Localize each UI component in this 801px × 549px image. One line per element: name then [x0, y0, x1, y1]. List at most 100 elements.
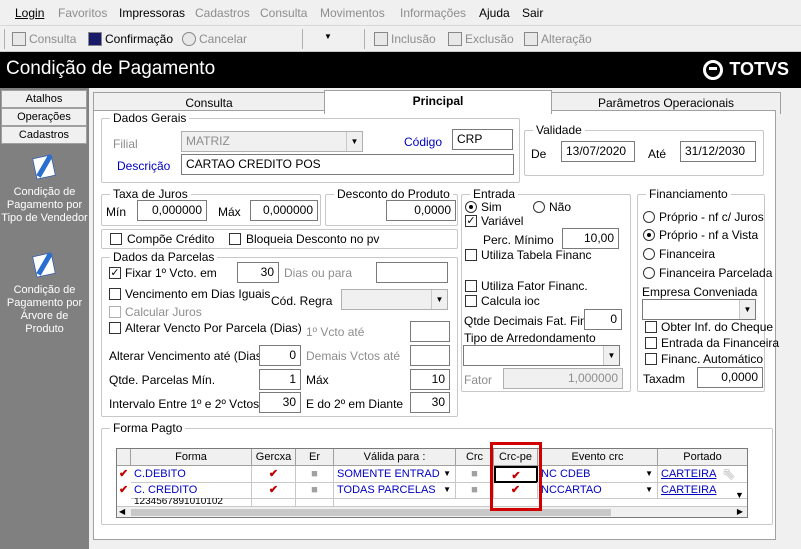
descricao-field[interactable]: CARTAO CREDITO POS [181, 154, 514, 175]
col-header-evento-crc[interactable]: Evento crc [538, 449, 658, 466]
perc-minimo-field[interactable]: 10,00 [562, 228, 619, 249]
validade-ate-field[interactable]: 31/12/2030 [680, 141, 756, 162]
col-header-forma[interactable]: Forma [131, 449, 252, 466]
cell-valida[interactable]: SOMENTE ENTRAD ▼ [334, 466, 456, 483]
alterar-venc-ate-field[interactable]: 0 [259, 345, 301, 366]
entrada-nao-radio[interactable] [533, 201, 545, 213]
menu-cadastros[interactable]: Cadastros [195, 6, 250, 20]
document-pen-icon [30, 154, 60, 182]
exclusao-button[interactable]: Exclusão [448, 32, 514, 46]
taxadm-field[interactable]: 0,0000 [697, 367, 763, 388]
scroll-right-icon[interactable]: ▶ [737, 507, 743, 516]
intervalo-field[interactable]: 30 [259, 392, 301, 413]
e-do-2-field[interactable]: 30 [410, 392, 450, 413]
taxa-max-field[interactable]: 0,000000 [250, 200, 318, 221]
financ-proprio-vista-radio[interactable] [643, 229, 655, 241]
financ-auto-checkbox[interactable] [645, 353, 657, 365]
compoe-credito-label: Compõe Crédito [127, 232, 215, 246]
menu-impressoras[interactable]: Impressoras [119, 6, 185, 20]
cell-er-checkbox[interactable]: ■ [296, 466, 334, 483]
menu-favoritos[interactable]: Favoritos [58, 6, 107, 20]
sidebar-item-tipo-vendedor[interactable]: Condição de Pagamento por Tipo de Vended… [0, 154, 89, 225]
dias-ou-para-field[interactable] [376, 262, 448, 283]
cell-gercxa-checkbox[interactable]: ✔ [252, 466, 296, 483]
group-title: Taxa de Juros [110, 187, 191, 201]
perc-minimo-label: Perc. Mínimo [483, 233, 554, 247]
alterar-vencto-checkbox[interactable] [109, 322, 121, 334]
sidebar-tab-atalhos[interactable]: Atalhos [1, 90, 87, 108]
cell-er-checkbox[interactable]: ■ [296, 482, 334, 499]
sidebar-item-arvore-produto[interactable]: Condição de Pagamento por Árvore de Prod… [0, 252, 89, 336]
primeiro-vcto-ate-field[interactable] [410, 321, 450, 342]
desconto-field[interactable]: 0,0000 [386, 200, 456, 221]
filial-select[interactable]: MATRIZ ▼ [181, 131, 363, 152]
utiliza-tabela-checkbox[interactable] [465, 249, 477, 261]
qtde-max-field[interactable]: 10 [410, 369, 450, 390]
sidebar-tab-operacoes[interactable]: Operações [1, 108, 87, 126]
sidebar-tab-cadastros[interactable]: Cadastros [1, 126, 87, 144]
col-header-er[interactable]: Er [296, 449, 334, 466]
chevron-down-icon: ▼ [431, 290, 447, 309]
financ-financeira-radio[interactable] [643, 248, 655, 260]
codigo-field[interactable]: CRP [452, 129, 513, 150]
variavel-checkbox[interactable]: ✓ [465, 215, 477, 227]
entrada-sim-radio[interactable] [465, 201, 477, 213]
forma-pagto-grid[interactable]: Forma Gercxa Er Válida para : Crc Crc-pe… [116, 448, 748, 518]
fixar-vcto-field[interactable]: 30 [237, 262, 279, 283]
save-icon [88, 32, 102, 46]
col-header-valida[interactable]: Válida para : [334, 449, 456, 466]
qtde-decimais-field[interactable]: 0 [584, 309, 622, 330]
cell-gercxa-checkbox[interactable]: ✔ [252, 482, 296, 499]
cell-valida[interactable]: TODAS PARCELAS ▼ [334, 482, 456, 499]
calcular-juros-checkbox[interactable] [109, 306, 121, 318]
menu-movimentos[interactable]: Movimentos [320, 6, 385, 20]
qtde-min-field[interactable]: 1 [259, 369, 301, 390]
fator-field[interactable]: 1,000000 [503, 368, 623, 389]
financ-proprio-juros-label: Próprio - nf c/ Juros [659, 210, 764, 224]
calcula-ioc-checkbox[interactable] [465, 295, 477, 307]
bloqueia-desconto-checkbox[interactable] [229, 233, 241, 245]
tipo-arred-select[interactable]: ▼ [463, 345, 620, 366]
scroll-left-icon[interactable]: ◀ [119, 507, 125, 516]
col-header-gercxa[interactable]: Gercxa [252, 449, 296, 466]
dias-ou-para-label: Dias ou para [284, 266, 353, 280]
validade-de-field[interactable]: 13/07/2020 [561, 141, 635, 162]
taxa-min-field[interactable]: 0,000000 [137, 200, 207, 221]
menu-login[interactable]: Login [15, 6, 44, 20]
cell-crc-checkbox[interactable]: ■ [456, 466, 494, 483]
validade-de-label: De [531, 147, 547, 161]
scroll-down-icon[interactable]: ▼ [735, 490, 744, 500]
cell-forma[interactable]: C.DEBITO [131, 466, 252, 483]
obter-inf-checkbox[interactable] [645, 321, 657, 333]
demais-vctos-ate-field[interactable] [410, 345, 450, 366]
confirmacao-button[interactable]: Confirmação [88, 32, 173, 46]
inclusao-button[interactable]: Inclusão [374, 32, 436, 46]
utiliza-fator-checkbox[interactable] [465, 280, 477, 292]
financ-proprio-juros-radio[interactable] [643, 211, 655, 223]
cell-crc-checkbox[interactable]: ■ [456, 482, 494, 499]
entrada-financeira-checkbox[interactable] [645, 337, 657, 349]
exclusao-label: Exclusão [465, 32, 514, 46]
chevron-down-icon[interactable]: ▼ [324, 32, 332, 41]
financ-financeira-parcelada-radio[interactable] [643, 267, 655, 279]
tab-principal[interactable]: Principal [324, 90, 552, 114]
cell-evento[interactable]: NC CDEB ▼ [538, 466, 658, 483]
financ-auto-label: Financ. Automático [661, 352, 764, 366]
consulta-button[interactable]: Consulta [12, 32, 76, 46]
cancelar-button[interactable]: Cancelar [182, 32, 247, 46]
menu-sair[interactable]: Sair [522, 6, 543, 20]
empresa-conveniada-select[interactable]: ▼ [642, 299, 756, 320]
alteracao-button[interactable]: Alteração [524, 32, 592, 46]
horizontal-scrollbar[interactable]: ◀ ▶ [117, 506, 747, 517]
cell-evento[interactable]: NCCARTAO ▼ [538, 482, 658, 499]
cell-forma[interactable]: C. CREDITO [131, 482, 252, 499]
fixar-vcto-checkbox[interactable]: ✓ [109, 267, 121, 279]
menu-informacoes[interactable]: Informações [400, 6, 466, 20]
venc-dias-iguais-checkbox[interactable] [109, 288, 121, 300]
menu-consulta[interactable]: Consulta [260, 6, 307, 20]
col-header-crc[interactable]: Crc [456, 449, 494, 466]
compoe-credito-checkbox[interactable] [110, 233, 122, 245]
group-title: Desconto do Produto [334, 187, 453, 201]
cod-regra-select[interactable]: ▼ [341, 289, 448, 310]
menu-ajuda[interactable]: Ajuda [479, 6, 510, 20]
